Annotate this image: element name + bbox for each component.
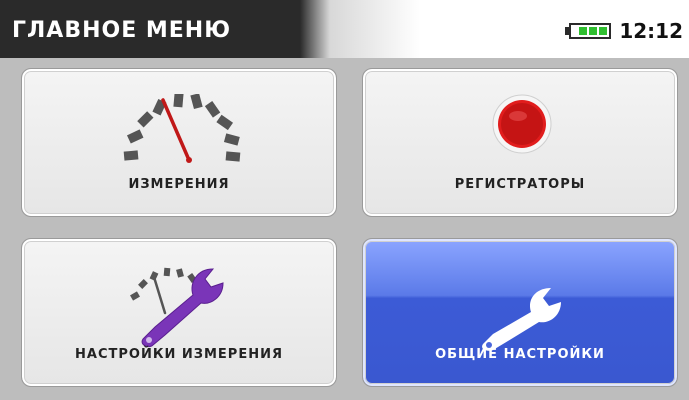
measurements-button[interactable]: ИЗМЕРЕНИЯ (21, 68, 337, 217)
measurement-settings-button[interactable]: НАСТРОЙКИ ИЗМЕРЕНИЯ (21, 238, 337, 387)
tile-label: ИЗМЕРЕНИЯ (128, 177, 230, 192)
general-settings-button[interactable]: ОБЩИЕ НАСТРОЙКИ (362, 238, 678, 387)
record-icon (492, 94, 552, 154)
measurement-settings-icon (130, 267, 224, 348)
page-title: ГЛАВНОЕ МЕНЮ (12, 18, 232, 43)
header-bar: ГЛАВНОЕ МЕНЮ 12:12 (0, 0, 689, 58)
clock: 12:12 (619, 19, 683, 43)
recorders-button[interactable]: РЕГИСТРАТОРЫ (362, 68, 678, 217)
main-menu-panel: ИЗМЕРЕНИЯ РЕГИСТРАТОРЫ НАСТРОЙКИ ИЗМЕРЕН… (0, 58, 689, 400)
battery-icon (565, 23, 612, 39)
gauge-icon (123, 94, 241, 163)
status-area: 12:12 (565, 19, 683, 43)
tile-label: РЕГИСТРАТОРЫ (454, 177, 586, 192)
tile-label: НАСТРОЙКИ ИЗМЕРЕНИЯ (75, 347, 283, 362)
tile-label: ОБЩИЕ НАСТРОЙКИ (435, 347, 605, 362)
wrench-icon (482, 288, 561, 351)
